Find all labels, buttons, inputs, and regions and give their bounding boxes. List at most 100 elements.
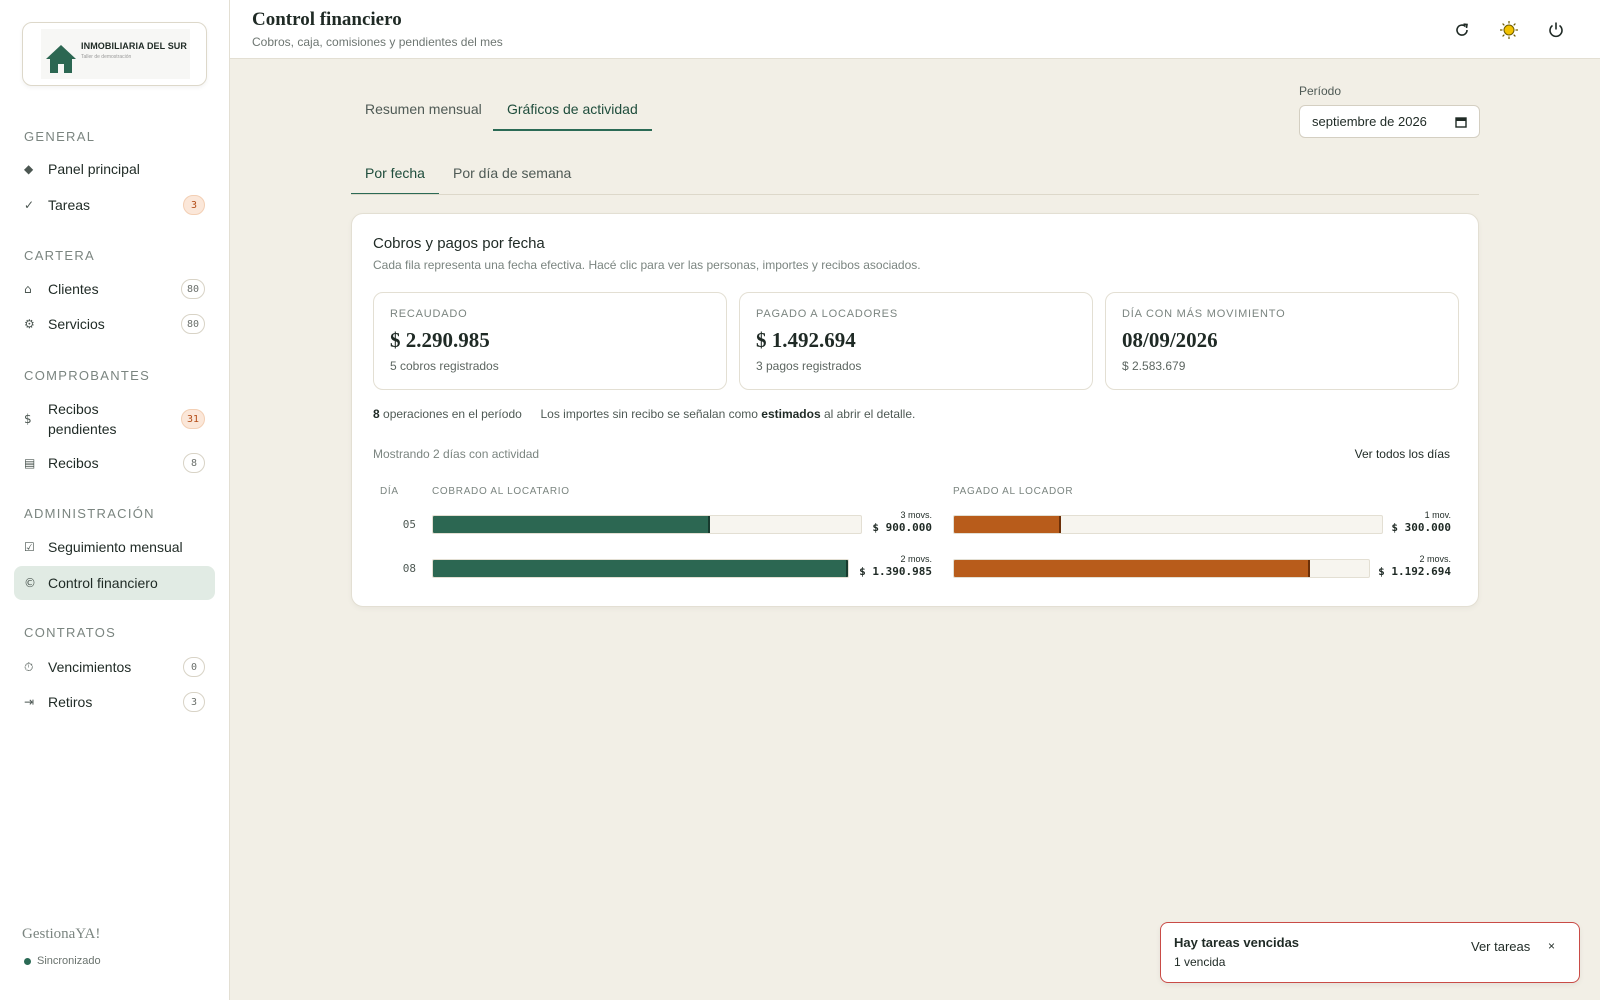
section-general: GENERAL: [24, 129, 96, 144]
stat-label: RECAUDADO: [390, 308, 468, 320]
tareas-badge: 3: [183, 195, 205, 215]
paid-movs: 2 movs.: [1419, 554, 1451, 564]
sync-status: Sincronizado: [24, 955, 101, 967]
nav-servicios[interactable]: ⚙ Servicios 80: [14, 307, 215, 341]
page-subtitle: Cobros, caja, comisiones y pendientes de…: [252, 35, 503, 49]
check-icon: ✓: [24, 198, 35, 212]
collected-bar-track: [432, 515, 862, 534]
nav-recibos-pendientes[interactable]: $ Recibos pendientes 31: [14, 396, 215, 442]
nav-label: Clientes: [48, 281, 99, 297]
logo-tagline: Taller de demostración: [81, 54, 132, 60]
nav-vencimientos[interactable]: ⏱ Vencimientos 0: [14, 650, 215, 684]
cobros-pagos-card: Cobros y pagos por fecha Cada fila repre…: [351, 213, 1479, 607]
paid-bar-track: [953, 559, 1370, 578]
tab-resumen-mensual[interactable]: Resumen mensual: [351, 89, 496, 129]
tab-por-fecha[interactable]: Por fecha: [351, 153, 439, 195]
sun-icon: [1500, 21, 1518, 39]
arrow-bar-icon: ⇥: [24, 695, 35, 709]
period-label: Período: [1299, 84, 1342, 98]
collected-bar-fill: [433, 560, 848, 577]
column-header-day: DÍA: [380, 486, 399, 497]
collected-bar-fill: [433, 516, 710, 533]
ver-todos-dias-button[interactable]: Ver todos los días: [1355, 447, 1450, 461]
collected-value: $ 900.000: [872, 521, 932, 534]
column-header-collected: COBRADO AL LOCATARIO: [432, 486, 570, 497]
recibos-badge: 8: [183, 453, 205, 473]
page-title: Control financiero: [252, 9, 402, 30]
paid-value: $ 1.192.694: [1378, 565, 1451, 578]
nav-label: Vencimientos: [48, 659, 132, 675]
nav-label: Retiros: [48, 694, 93, 710]
showing-days-text: Mostrando 2 días con actividad: [373, 447, 540, 461]
logo-name: INMOBILIARIA DEL SUR: [81, 41, 188, 51]
paid-amount: 2 movs. $ 1.192.694: [1378, 554, 1451, 579]
company-logo[interactable]: INMOBILIARIA DEL SUR Taller de demostrac…: [22, 22, 207, 86]
estimate-pre: Los importes sin recibo se señalan como: [540, 407, 762, 421]
nav-seguimiento-mensual[interactable]: ☑ Seguimiento mensual: [14, 530, 215, 564]
toast-title: Hay tareas vencidas: [1174, 935, 1300, 950]
logo-image: INMOBILIARIA DEL SUR Taller de demostrac…: [41, 29, 190, 79]
tab-por-dia-semana[interactable]: Por día de semana: [439, 153, 585, 193]
ver-tareas-button[interactable]: Ver tareas: [1471, 939, 1530, 954]
sync-dot-icon: [24, 957, 31, 965]
stat-value: 08/09/2026: [1122, 328, 1218, 352]
nav-label: Recibos: [48, 455, 99, 471]
copyright-icon: ©: [24, 576, 36, 590]
collected-value: $ 1.390.985: [859, 565, 932, 578]
retiros-badge: 3: [183, 692, 205, 712]
power-icon: [1549, 22, 1563, 38]
stat-label: DÍA CON MÁS MOVIMIENTO: [1122, 308, 1286, 320]
vencimientos-badge: 0: [183, 657, 205, 677]
collected-amount: 3 movs. $ 900.000: [872, 510, 932, 535]
stat-dia-mas-movimiento: DÍA CON MÁS MOVIMIENTO 08/09/2026 $ 2.58…: [1105, 292, 1459, 390]
clientes-badge: 80: [180, 279, 205, 299]
tab-graficos-actividad[interactable]: Gráficos de actividad: [493, 89, 652, 131]
nav-panel-principal[interactable]: ◆ Panel principal: [14, 152, 215, 186]
top-header: Control financiero Cobros, caja, comisio…: [230, 0, 1600, 59]
nav-label: Seguimiento mensual: [48, 539, 183, 555]
card-subtitle: Cada fila representa una fecha efectiva.…: [373, 258, 921, 272]
paid-bar-fill: [954, 560, 1310, 577]
nav-label: Control financiero: [48, 575, 158, 591]
calendar-icon: [1455, 116, 1467, 128]
stat-label: PAGADO A LOCADORES: [756, 308, 898, 320]
stat-note: $ 2.583.679: [1122, 359, 1186, 373]
nav-label-line1: Recibos: [48, 401, 99, 417]
refresh-icon: [1456, 23, 1468, 36]
dollar-icon: $: [24, 412, 32, 426]
refresh-button[interactable]: [1450, 18, 1474, 42]
period-value: septiembre de 2026: [1312, 114, 1427, 129]
collected-bar-track: [432, 559, 849, 578]
nav-retiros[interactable]: ⇥ Retiros 3: [14, 685, 215, 719]
stat-note: 3 pagos registrados: [756, 359, 862, 373]
row-day: 08: [402, 562, 416, 575]
nav-tareas[interactable]: ✓ Tareas 3: [14, 188, 215, 222]
gear-icon: ⚙: [24, 317, 35, 331]
paid-bar-track: [953, 515, 1383, 534]
stat-note: 5 cobros registrados: [390, 359, 499, 373]
app-brand: GestionaYA!: [22, 926, 101, 942]
list-icon: ▤: [24, 456, 36, 470]
estimate-post: al abrir el detalle.: [820, 407, 916, 421]
diamond-icon: ◆: [24, 162, 34, 176]
section-cartera: CARTERA: [24, 248, 95, 263]
nav-control-financiero[interactable]: © Control financiero: [14, 566, 215, 600]
recibos-pendientes-badge: 31: [180, 409, 205, 429]
close-icon[interactable]: ×: [1548, 939, 1555, 953]
nav-recibos[interactable]: ▤ Recibos 8: [14, 446, 215, 480]
nav-label: Panel principal: [48, 161, 140, 177]
ops-count: 8: [373, 407, 380, 421]
period-month-input[interactable]: septiembre de 2026: [1299, 105, 1480, 138]
nav-clientes[interactable]: ⌂ Clientes 80: [14, 272, 215, 306]
logout-button[interactable]: [1544, 18, 1568, 42]
collected-movs: 3 movs.: [900, 510, 932, 520]
paid-amount: 1 mov. $ 300.000: [1391, 510, 1451, 535]
stat-value: $ 2.290.985: [390, 328, 490, 352]
section-contratos: CONTRATOS: [24, 625, 117, 640]
card-title: Cobros y pagos por fecha: [373, 235, 545, 252]
operations-summary: 8 operaciones en el período Los importes…: [373, 407, 915, 421]
nav-label: Recibos pendientes: [48, 399, 117, 439]
servicios-badge: 80: [180, 314, 205, 334]
theme-toggle-button[interactable]: [1497, 18, 1521, 42]
home-icon: ⌂: [24, 282, 32, 296]
